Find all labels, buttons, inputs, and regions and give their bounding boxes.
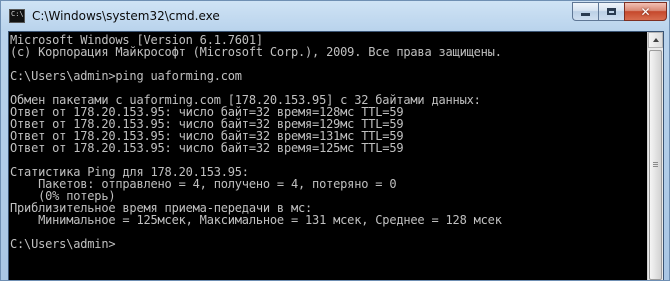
console-output[interactable]: Microsoft Windows [Version 6.1.7601] (c)… (9, 34, 649, 280)
maximize-icon (607, 8, 616, 15)
console-line: Минимальное = 125мсек, Максимальное = 13… (10, 213, 502, 227)
console-line: (c) Корпорация Майкрософт (Microsoft Cor… (10, 45, 502, 59)
thumb-grip (653, 166, 658, 167)
minimize-icon (581, 13, 590, 16)
console-line: C:\Users\admin>ping uaforming.com (10, 69, 242, 83)
maximize-button[interactable] (598, 2, 624, 21)
scroll-up-button[interactable] (648, 32, 663, 48)
console-area[interactable]: Microsoft Windows [Version 6.1.7601] (c)… (8, 31, 664, 280)
minimize-button[interactable] (572, 2, 598, 21)
vertical-scrollbar[interactable] (647, 32, 663, 280)
close-button[interactable]: ✕ (624, 2, 667, 21)
close-icon: ✕ (640, 4, 651, 19)
thumb-grip (653, 164, 658, 165)
console-prompt[interactable]: C:\Users\admin> (10, 238, 649, 250)
console-line: Ответ от 178.20.153.95: число байт=32 вр… (10, 141, 404, 155)
caption-buttons: ✕ (572, 2, 667, 22)
scroll-up-arrow-icon (652, 38, 659, 42)
cmd-icon[interactable]: C:\ (9, 9, 25, 23)
cmd-icon-label: C:\ (11, 10, 24, 18)
window-title: C:\Windows\system32\cmd.exe (32, 9, 220, 23)
title-bar[interactable]: C:\ C:\Windows\system32\cmd.exe ✕ (1, 1, 669, 31)
thumb-grip (653, 162, 658, 163)
scrollbar-thumb[interactable] (649, 50, 662, 280)
cmd-window: C:\ C:\Windows\system32\cmd.exe ✕ Micros… (0, 0, 670, 281)
